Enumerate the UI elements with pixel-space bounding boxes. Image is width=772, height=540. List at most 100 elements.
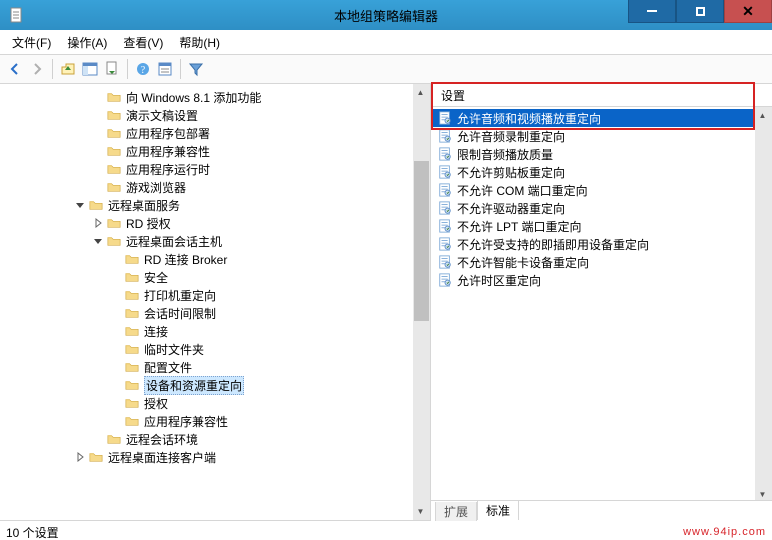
policy-icon [437,147,453,161]
list-item[interactable]: 不允许受支持的即插即用设备重定向 [431,235,755,253]
back-button[interactable] [4,58,26,80]
folder-icon [106,161,122,177]
policy-icon [437,237,453,251]
list-item-label: 不允许智能卡设备重定向 [457,254,589,271]
filter-button[interactable] [185,58,207,80]
list-item-label: 允许音频录制重定向 [457,128,565,145]
tree-node-label: 应用程序运行时 [126,161,210,178]
folder-icon [124,323,140,339]
show-hide-tree-button[interactable] [79,58,101,80]
tree-node[interactable]: 连接 [0,322,413,340]
policy-icon [437,183,453,197]
toolbar: ? [0,55,772,84]
menu-bar: 文件(F) 操作(A) 查看(V) 帮助(H) [0,30,772,55]
tree-node[interactable]: 应用程序包部署 [0,124,413,142]
policy-icon [437,201,453,215]
tree-node[interactable]: RD 连接 Broker [0,250,413,268]
main-area: 向 Windows 8.1 添加功能演示文稿设置应用程序包部署应用程序兼容性应用… [0,84,772,521]
tree-node-label: 会话时间限制 [144,305,216,322]
window-controls: ✕ [628,0,772,30]
status-text: 10 个设置 [6,524,59,540]
tree-node[interactable]: 打印机重定向 [0,286,413,304]
folder-icon [124,305,140,321]
tree-node[interactable]: 游戏浏览器 [0,178,413,196]
tree-toggle-icon[interactable] [72,200,88,210]
tree-node[interactable]: 演示文稿设置 [0,106,413,124]
list-tabs: 扩展 标准 [431,500,772,521]
tree-node-label: 远程桌面连接客户端 [108,449,216,466]
folder-icon [106,431,122,447]
window-titlebar: 本地组策略编辑器 ✕ [0,0,772,30]
policy-icon [437,219,453,233]
minimize-button[interactable] [628,0,676,23]
list-item[interactable]: 允许时区重定向 [431,271,755,289]
tree-node-label: 安全 [144,269,168,286]
policy-icon [437,255,453,269]
svg-text:?: ? [141,65,146,76]
tree-node-label: RD 连接 Broker [144,251,227,268]
tree-node-label: 远程桌面会话主机 [126,233,222,250]
menu-help[interactable]: 帮助(H) [171,31,228,54]
tree-panel: 向 Windows 8.1 添加功能演示文稿设置应用程序包部署应用程序兼容性应用… [0,84,431,520]
list-item[interactable]: 不允许剪贴板重定向 [431,163,755,181]
tree-node[interactable]: RD 授权 [0,214,413,232]
tree-node-label: 临时文件夹 [144,341,204,358]
close-button[interactable]: ✕ [724,0,772,23]
tree-node-label: 远程桌面服务 [108,197,180,214]
tree-node[interactable]: 安全 [0,268,413,286]
policy-icon [437,165,453,179]
list-item[interactable]: 不允许驱动器重定向 [431,199,755,217]
tree-node[interactable]: 应用程序兼容性 [0,142,413,160]
tree-node[interactable]: 向 Windows 8.1 添加功能 [0,88,413,106]
tree-node[interactable]: 设备和资源重定向 [0,376,413,394]
tree-node[interactable]: 授权 [0,394,413,412]
tree-node[interactable]: 远程桌面连接客户端 [0,448,413,466]
tree-node[interactable]: 临时文件夹 [0,340,413,358]
help-button[interactable]: ? [132,58,154,80]
tree-toggle-icon[interactable] [90,218,106,228]
tree-node[interactable]: 远程会话环境 [0,430,413,448]
folder-icon [106,107,122,123]
tree-node[interactable]: 远程桌面服务 [0,196,413,214]
folder-icon [124,359,140,375]
list-item-label: 不允许受支持的即插即用设备重定向 [457,236,649,253]
watermark: www.94ip.com [683,526,766,538]
tree-node-label: 授权 [144,395,168,412]
tree-node[interactable]: 应用程序兼容性 [0,412,413,430]
list-item-label: 不允许 LPT 端口重定向 [457,218,581,235]
folder-icon [106,215,122,231]
list-item[interactable]: 允许音频和视频播放重定向 [431,109,755,127]
properties-button[interactable] [154,58,176,80]
tab-extended[interactable]: 扩展 [435,502,477,521]
tree-node[interactable]: 会话时间限制 [0,304,413,322]
list-item[interactable]: 不允许 COM 端口重定向 [431,181,755,199]
tree-node-label: 向 Windows 8.1 添加功能 [126,89,261,106]
folder-icon [124,251,140,267]
folder-icon [88,197,104,213]
list-item[interactable]: 限制音频播放质量 [431,145,755,163]
tree-node-label: RD 授权 [126,215,171,232]
list-column-header[interactable]: 设置 [431,84,772,107]
maximize-button[interactable] [676,0,724,23]
tree-toggle-icon[interactable] [72,452,88,462]
forward-button[interactable] [26,58,48,80]
tree-vertical-scrollbar[interactable]: ▲ ▼ [413,84,430,520]
list-item-label: 允许时区重定向 [457,272,541,289]
tree-node[interactable]: 远程桌面会话主机 [0,232,413,250]
folder-icon [106,125,122,141]
menu-view[interactable]: 查看(V) [115,31,171,54]
list-item[interactable]: 不允许 LPT 端口重定向 [431,217,755,235]
tree-node-label: 游戏浏览器 [126,179,186,196]
tree-toggle-icon[interactable] [90,236,106,246]
tab-standard[interactable]: 标准 [477,500,519,520]
up-button[interactable] [57,58,79,80]
list-item-label: 不允许剪贴板重定向 [457,164,565,181]
list-vertical-scrollbar[interactable]: ▲ ▼ [755,107,772,503]
tree-node[interactable]: 应用程序运行时 [0,160,413,178]
menu-action[interactable]: 操作(A) [59,31,115,54]
list-item[interactable]: 允许音频录制重定向 [431,127,755,145]
list-item[interactable]: 不允许智能卡设备重定向 [431,253,755,271]
tree-node[interactable]: 配置文件 [0,358,413,376]
export-button[interactable] [101,58,123,80]
menu-file[interactable]: 文件(F) [4,31,59,54]
